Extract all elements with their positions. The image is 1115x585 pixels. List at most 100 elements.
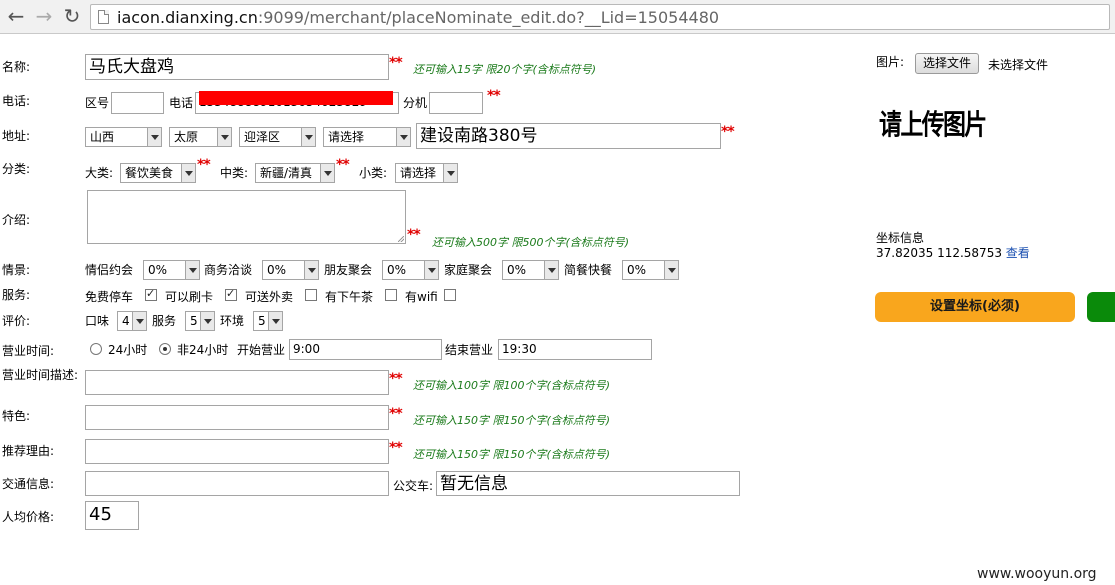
situation-select[interactable]: 0% [502,260,559,280]
no-file-text: 未选择文件 [988,58,1049,72]
picture-label: 图片: [876,55,905,69]
required-mark: ** [197,157,211,173]
coord-label: 坐标信息 [876,231,925,245]
required-mark: ** [389,371,403,387]
upload-placeholder-image: 请上传图片 [879,108,987,141]
redaction-bar [199,91,393,105]
takeout-checkbox[interactable] [305,289,317,301]
resize-grip-icon[interactable] [398,236,404,242]
price-input[interactable]: 45 [85,501,139,530]
province-select[interactable]: 山西 [85,127,162,147]
small-category-label: 小类: [359,166,388,180]
environment-label: 环境 [220,314,245,328]
chevron-down-icon [304,261,318,279]
chevron-down-icon [200,312,214,330]
feature-label: 特色: [2,409,31,423]
chevron-down-icon [185,261,199,279]
hours-label: 营业时间: [2,344,55,358]
afternoon-tea-checkbox[interactable] [385,289,397,301]
hours-desc-input[interactable] [85,370,389,395]
feature-input[interactable] [85,405,389,430]
coord-value: 37.82035 112.58753 查看 [876,246,1030,260]
feature-hint: 还可输入150字 限150个字(含标点符号) [413,414,611,427]
name-input[interactable]: 马氏大盘鸡 [85,54,389,80]
service-item-label: 有wifi [405,290,438,304]
rating-label: 评价: [2,314,31,328]
intro-textarea[interactable] [87,190,406,244]
required-mark: ** [389,55,403,71]
city-select[interactable]: 太原 [169,127,232,147]
set-coordinate-button[interactable]: 设置坐标(必须) [875,292,1075,322]
taste-select[interactable]: 4 [117,311,147,331]
situation-select[interactable]: 0% [143,260,200,280]
small-category-select[interactable]: 请选择 [395,163,458,183]
bus-input[interactable]: 暂无信息 [436,471,740,496]
reason-input[interactable] [85,439,389,464]
situation-label: 情景: [2,263,31,277]
intro-hint: 还可输入500字 限500个字(含标点符号) [432,236,630,249]
close-time-input[interactable]: 19:30 [498,339,652,360]
street-input[interactable]: 建设南路380号 [416,123,721,149]
hours-not24-radio[interactable] [159,343,171,355]
open-time-input[interactable]: 9:00 [289,339,442,360]
situation-item-label: 家庭聚会 [444,263,493,277]
required-mark: ** [389,440,403,456]
hours-desc-hint: 还可输入100字 限100个字(含标点符号) [413,379,611,392]
service-item-label: 可以刷卡 [165,290,214,304]
situation-select[interactable]: 0% [382,260,439,280]
hours-not24-label: 非24小时 [177,343,229,357]
situation-item-label: 情侣约会 [85,263,134,277]
hours-24-label: 24小时 [108,343,148,357]
mid-category-select[interactable]: 新疆/清真 [255,163,335,183]
chevron-down-icon [147,128,161,146]
traffic-input[interactable] [85,471,389,496]
address-bar[interactable]: iacon.dianxing.cn:9099/merchant/placeNom… [90,4,1110,30]
free-parking-checkbox[interactable] [145,287,157,301]
hours-24-radio[interactable] [90,343,102,355]
url-text: iacon.dianxing.cn:9099/merchant/placeNom… [117,8,720,27]
chevron-down-icon [181,164,195,182]
watermark-text: www.wooyun.org [977,566,1097,582]
page-icon [98,10,109,24]
close-time-label: 结束营业 [445,343,494,357]
card-payment-checkbox[interactable] [225,287,237,301]
bus-label: 公交车: [393,479,434,493]
chevron-down-icon [443,164,457,182]
chevron-down-icon [664,261,678,279]
green-action-button[interactable] [1087,292,1115,322]
phone-label: 电话: [2,94,31,108]
forward-arrow-icon[interactable]: → [32,4,56,28]
chevron-down-icon [544,261,558,279]
reason-label: 推荐理由: [2,444,55,458]
service-rating-select[interactable]: 5 [185,311,215,331]
service-item-label: 可送外卖 [245,290,294,304]
extension-input[interactable] [429,92,483,114]
hours-desc-label: 营业时间描述: [2,368,79,382]
reason-hint: 还可输入150字 限150个字(含标点符号) [413,448,611,461]
chevron-down-icon [132,312,146,330]
view-coord-link[interactable]: 查看 [1006,246,1030,260]
back-arrow-icon[interactable]: ← [4,4,28,28]
area-code-input[interactable] [111,92,164,114]
chevron-down-icon [301,128,315,146]
situation-select[interactable]: 0% [622,260,679,280]
required-mark: ** [389,406,403,422]
situation-select[interactable]: 0% [262,260,319,280]
required-mark: ** [721,124,735,140]
choose-file-button[interactable]: 选择文件 [915,53,980,74]
wifi-checkbox[interactable] [444,289,456,301]
required-mark: ** [487,88,501,104]
extension-label: 分机 [403,96,428,110]
situation-item-label: 朋友聚会 [324,263,373,277]
required-mark: ** [407,227,421,243]
service-item-label: 免费停车 [85,290,134,304]
category-label: 分类: [2,162,31,176]
mid-category-label: 中类: [220,166,249,180]
area-select[interactable]: 请选择 [323,127,411,147]
environment-select[interactable]: 5 [253,311,283,331]
reload-icon[interactable]: ↻ [60,4,84,28]
chevron-down-icon [217,128,231,146]
district-select[interactable]: 迎泽区 [239,127,316,147]
big-category-select[interactable]: 餐饮美食 [120,163,196,183]
chevron-down-icon [424,261,438,279]
